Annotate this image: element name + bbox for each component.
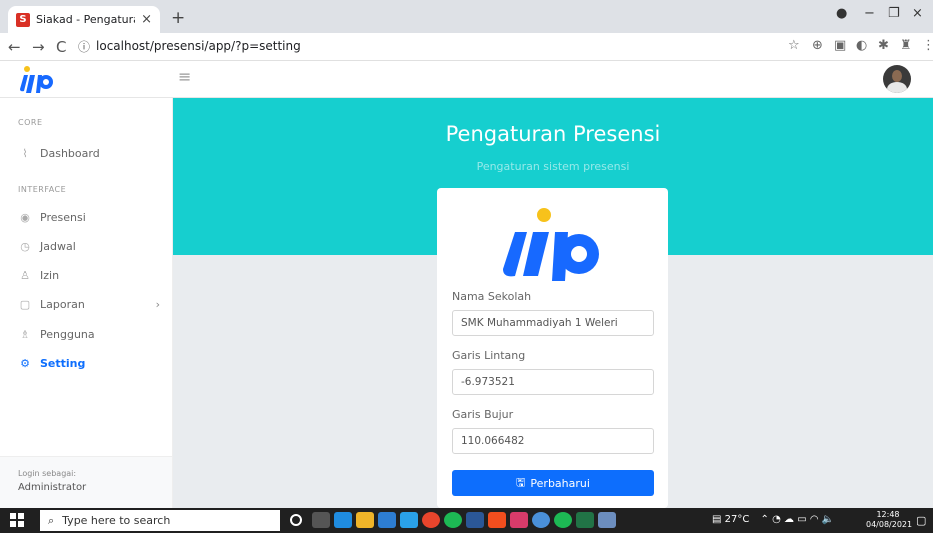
- login-label: Login sebagai:: [18, 469, 77, 478]
- clock-icon: ◷: [20, 239, 30, 253]
- maximize-icon[interactable]: ❐: [888, 6, 900, 21]
- app-icon[interactable]: [510, 512, 528, 528]
- word-icon[interactable]: [466, 512, 484, 528]
- page-title: Pengaturan Presensi: [445, 122, 661, 146]
- sidebar-item-izin[interactable]: ♙ Izin: [18, 266, 168, 284]
- site-info-icon[interactable]: ⓘ: [78, 38, 90, 55]
- system-tray: ▤ 27°C ⌃ ◔ ☁ ▭ ◠ 🔈: [712, 514, 834, 525]
- app-header: ≡: [0, 61, 933, 98]
- extension-icon[interactable]: ◐: [856, 38, 867, 53]
- chevron-right-icon: ›: [155, 297, 160, 311]
- tray-icons[interactable]: ⌃ ◔ ☁ ▭ ◠ 🔈: [761, 514, 835, 525]
- latitude-label: Garis Lintang: [452, 349, 526, 362]
- window-close-icon[interactable]: ×: [912, 6, 923, 21]
- avatar[interactable]: [883, 65, 911, 93]
- mail-icon[interactable]: [400, 512, 418, 528]
- excel-icon[interactable]: [576, 512, 594, 528]
- sip-logo[interactable]: [16, 63, 58, 99]
- file-explorer-icon[interactable]: [356, 512, 374, 528]
- favicon-icon: S: [16, 12, 30, 27]
- save-icon: 🖫: [516, 475, 526, 489]
- sidebar-item-jadwal[interactable]: ◷ Jadwal: [18, 237, 168, 255]
- profile-icon[interactable]: ●: [836, 6, 847, 21]
- store-icon[interactable]: [378, 512, 396, 528]
- url-text: localhost/presensi/app/?p=setting: [96, 39, 301, 53]
- activity-icon: ⌇: [22, 146, 28, 160]
- browser-menu-icon[interactable]: ⋮: [922, 38, 933, 53]
- sidebar-item-dashboard[interactable]: ⌇ Dashboard: [18, 144, 168, 162]
- bookmark-star-icon[interactable]: ☆: [788, 38, 800, 53]
- login-role: Administrator: [18, 482, 87, 493]
- new-tab-button[interactable]: +: [171, 8, 185, 28]
- sidebar-item-pengguna[interactable]: ♗ Pengguna: [18, 325, 168, 343]
- chrome-icon[interactable]: [422, 512, 440, 528]
- sip-logo-large: [493, 206, 613, 285]
- sidebar-footer: Login sebagai: Administrator: [0, 456, 172, 508]
- tab-close-icon[interactable]: ×: [141, 12, 152, 27]
- browser-toolbar: ← → C ⓘ localhost/presensi/app/?p=settin…: [0, 33, 933, 61]
- sidebar-item-laporan[interactable]: ▢ Laporan ›: [18, 295, 168, 313]
- taskbar-clock[interactable]: 12:48 04/08/2021: [866, 510, 912, 530]
- latitude-input[interactable]: [452, 369, 654, 395]
- windows-start-icon[interactable]: [10, 513, 24, 527]
- extension-icon[interactable]: ♜: [900, 38, 912, 53]
- sidebar: CORE ⌇ Dashboard INTERFACE ◉ Presensi ◷ …: [0, 98, 173, 508]
- longitude-input[interactable]: [452, 428, 654, 454]
- back-icon[interactable]: ←: [8, 38, 21, 56]
- app-icon[interactable]: [444, 512, 462, 528]
- sidebar-heading-core: CORE: [18, 118, 43, 127]
- task-view-icon[interactable]: [312, 512, 330, 528]
- update-button[interactable]: 🖫 Perbaharui: [452, 470, 654, 496]
- menu-toggle-icon[interactable]: ≡: [178, 67, 191, 86]
- extension-icon[interactable]: ▣: [834, 38, 846, 53]
- edge-icon[interactable]: [334, 512, 352, 528]
- users-icon: ♗: [20, 327, 30, 341]
- browser-tabstrip: S Siakad - Pengaturan Presensi × + ● − ❐…: [0, 0, 933, 33]
- school-name-label: Nama Sekolah: [452, 290, 532, 303]
- app-icon[interactable]: [532, 512, 550, 528]
- extension-icon[interactable]: ⊕: [812, 38, 823, 53]
- sidebar-heading-interface: INTERFACE: [18, 185, 67, 194]
- address-bar[interactable]: ⓘ localhost/presensi/app/?p=setting: [78, 35, 778, 57]
- taskbar-search[interactable]: ⌕ Type here to search: [40, 510, 280, 531]
- app-icon[interactable]: [598, 512, 616, 528]
- browser-tab[interactable]: S Siakad - Pengaturan Presensi ×: [8, 6, 160, 33]
- forward-icon[interactable]: →: [32, 38, 45, 56]
- longitude-label: Garis Bujur: [452, 408, 514, 421]
- minimize-icon[interactable]: −: [864, 6, 875, 21]
- user-check-icon: ♙: [20, 268, 30, 282]
- sidebar-item-setting[interactable]: ⚙ Setting: [18, 354, 168, 372]
- figma-icon[interactable]: [488, 512, 506, 528]
- taskbar-apps: [288, 512, 620, 528]
- gear-icon: ⚙: [20, 356, 30, 370]
- school-name-input[interactable]: [452, 310, 654, 336]
- weather-temp: 27°C: [724, 514, 750, 525]
- extensions-puzzle-icon[interactable]: ✱: [878, 38, 889, 53]
- sidebar-item-presensi[interactable]: ◉ Presensi: [18, 208, 168, 226]
- weather-icon[interactable]: ▤: [712, 514, 721, 525]
- settings-card: Nama Sekolah Garis Lintang Garis Bujur 🖫…: [437, 188, 668, 508]
- tab-title: Siakad - Pengaturan Presensi: [36, 13, 135, 26]
- document-icon: ▢: [19, 297, 31, 311]
- cortana-icon[interactable]: [290, 514, 302, 526]
- spotify-icon[interactable]: [554, 512, 572, 528]
- windows-taskbar: ⌕ Type here to search ▤ 27°C ⌃ ◔ ☁ ▭ ◠ 🔈…: [0, 508, 933, 533]
- reload-icon[interactable]: C: [56, 38, 66, 56]
- notification-icon[interactable]: ▢: [916, 514, 926, 527]
- fingerprint-icon: ◉: [20, 210, 30, 224]
- main-content: Pengaturan Presensi Pengaturan sistem pr…: [173, 98, 933, 508]
- page-subtitle: Pengaturan sistem presensi: [476, 160, 630, 173]
- search-icon: ⌕: [48, 513, 55, 527]
